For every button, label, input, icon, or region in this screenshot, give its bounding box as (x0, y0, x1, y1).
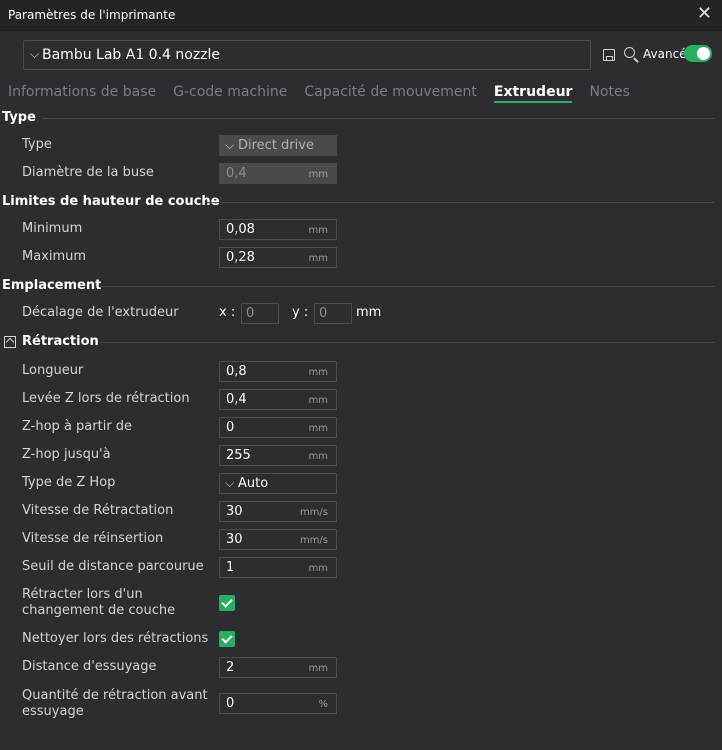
z-hop-above-field[interactable]: 0 mm (219, 417, 337, 438)
tab-notes[interactable]: Notes (589, 84, 629, 100)
printer-preset-select[interactable]: ⌵ Bambu Lab A1 0.4 nozzle (23, 40, 591, 70)
deretraction-speed-label: Vitesse de réinsertion (22, 531, 164, 546)
unit-label: mm (308, 225, 328, 236)
unit-label: mm (308, 169, 328, 180)
section-divider (207, 202, 714, 203)
retraction-speed-label: Vitesse de Rétractation (22, 503, 174, 518)
layer-max-label: Maximum (22, 249, 87, 264)
offset-x-label: x : (219, 305, 236, 320)
retract-layer-change-label-line1: Rétracter lors d'un (22, 587, 143, 602)
offset-y-label: y : (292, 305, 309, 320)
z-hop-type-label: Type de Z Hop (22, 475, 116, 490)
collapse-icon[interactable] (4, 336, 16, 348)
unit-label: mm (308, 451, 328, 462)
layer-min-field[interactable]: 0,08 mm (219, 219, 337, 240)
extruder-offset-label: Décalage de l'extrudeur (22, 305, 179, 320)
layer-min-label: Minimum (22, 221, 83, 236)
offset-y-value: 0 (319, 306, 328, 321)
wipe-checkbox[interactable] (219, 631, 235, 647)
section-divider (100, 342, 714, 343)
unit-label: % (318, 699, 328, 710)
chevron-down-icon: ⌵ (225, 138, 235, 152)
chevron-down-icon: ⌵ (30, 47, 40, 61)
offset-x-field[interactable]: 0 (241, 303, 279, 324)
window-title: Paramètres de l'imprimante (8, 8, 176, 22)
travel-threshold-label: Seuil de distance parcourue (22, 559, 204, 574)
printer-preset-value: Bambu Lab A1 0.4 nozzle (42, 47, 221, 63)
tab-bar: Informations de base G-code machine Capaci… (8, 81, 647, 103)
unit-label: mm/s (299, 535, 328, 546)
layer-max-field[interactable]: 0,28 mm (219, 247, 337, 268)
retraction-speed-value: 30 (226, 504, 243, 519)
z-hop-above-value: 0 (226, 420, 235, 435)
unit-label: mm (308, 253, 328, 264)
retract-before-wipe-value: 0 (226, 696, 235, 711)
nozzle-diameter-field: 0,4 mm (219, 163, 337, 184)
deretraction-speed-field[interactable]: 30 mm/s (219, 529, 337, 550)
wipe-distance-field[interactable]: 2 mm (219, 657, 337, 678)
retract-before-wipe-label-line1: Quantité de rétraction avant (22, 688, 208, 703)
z-lift-label: Levée Z lors de rétraction (22, 391, 190, 406)
retract-layer-change-checkbox[interactable] (219, 595, 235, 611)
unit-label: mm (308, 395, 328, 406)
wipe-distance-value: 2 (226, 660, 235, 675)
retract-layer-change-label-line2: changement de couche (22, 603, 176, 618)
layer-min-value: 0,08 (226, 222, 255, 237)
chevron-down-icon: ⌵ (225, 476, 235, 490)
unit-label: mm (308, 367, 328, 378)
section-title-position: Emplacement (2, 278, 102, 293)
save-icon[interactable] (603, 49, 615, 61)
retraction-length-label: Longueur (22, 363, 84, 378)
tab-machine-gcode[interactable]: G-code machine (173, 84, 287, 100)
unit-label: mm (308, 563, 328, 574)
section-title-type: Type (2, 110, 36, 125)
tab-extruder[interactable]: Extrudeur (493, 84, 572, 103)
travel-threshold-value: 1 (226, 560, 235, 575)
advanced-toggle[interactable] (684, 45, 712, 62)
z-hop-below-value: 255 (226, 448, 251, 463)
section-title-retraction: Rétraction (22, 334, 99, 349)
z-hop-above-label: Z-hop à partir de (22, 419, 133, 434)
retraction-length-value: 0,8 (226, 364, 247, 379)
wipe-label: Nettoyer lors des rétractions (22, 631, 209, 646)
layer-max-value: 0,28 (226, 250, 255, 265)
section-divider (100, 286, 714, 287)
unit-label: mm (308, 663, 328, 674)
section-divider (42, 118, 714, 119)
retraction-speed-field[interactable]: 30 mm/s (219, 501, 337, 522)
z-lift-field[interactable]: 0,4 mm (219, 389, 337, 410)
retract-before-wipe-field[interactable]: 0 % (219, 693, 337, 714)
unit-label: mm/s (299, 507, 328, 518)
nozzle-diameter-label: Diamètre de la buse (22, 165, 154, 180)
offset-y-field[interactable]: 0 (314, 303, 352, 324)
close-icon[interactable]: ✕ (697, 5, 712, 23)
travel-threshold-field[interactable]: 1 mm (219, 557, 337, 578)
unit-label: mm (308, 423, 328, 434)
tab-basic-info[interactable]: Informations de base (8, 84, 156, 100)
z-hop-below-field[interactable]: 255 mm (219, 445, 337, 466)
section-title-layer-limits: Limites de hauteur de couche (2, 194, 220, 209)
retract-before-wipe-label-line2: essuyage (22, 704, 84, 719)
type-label: Type (22, 137, 52, 152)
tab-motion-ability[interactable]: Capacité de mouvement (304, 84, 477, 100)
z-lift-value: 0,4 (226, 392, 247, 407)
offset-x-value: 0 (246, 306, 255, 321)
extruder-type-value: Direct drive (238, 138, 314, 153)
nozzle-diameter-value: 0,4 (226, 166, 247, 181)
retraction-length-field[interactable]: 0,8 mm (219, 361, 337, 382)
search-icon[interactable] (624, 47, 635, 58)
z-hop-type-select[interactable]: ⌵ Auto (219, 473, 337, 494)
extruder-type-select: ⌵ Direct drive (219, 135, 337, 156)
deretraction-speed-value: 30 (226, 532, 243, 547)
wipe-distance-label: Distance d'essuyage (22, 659, 157, 674)
title-bar: Paramètres de l'imprimante ✕ (0, 0, 722, 31)
z-hop-type-value: Auto (238, 476, 269, 491)
z-hop-below-label: Z-hop jusqu'à (22, 447, 111, 462)
advanced-label: Avancé (643, 47, 687, 61)
offset-unit-label: mm (356, 305, 382, 320)
